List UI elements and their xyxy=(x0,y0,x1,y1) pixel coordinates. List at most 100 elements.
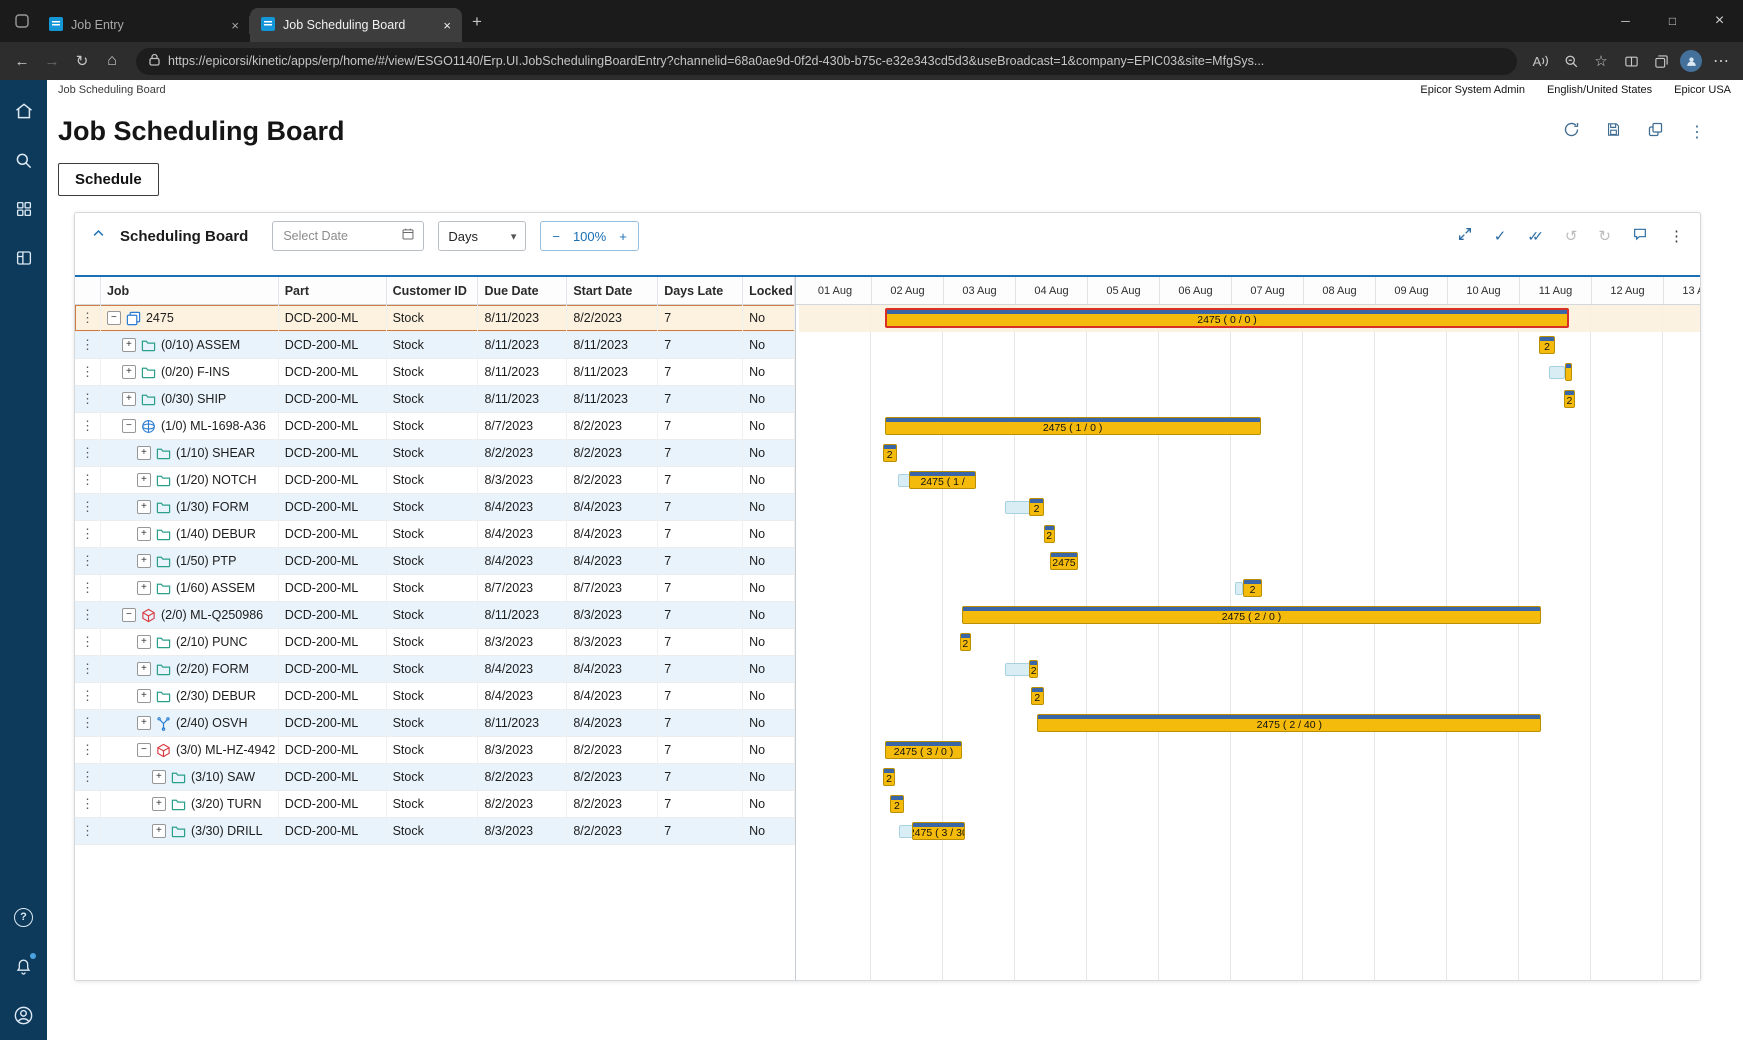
zoom-in-button[interactable]: + xyxy=(619,229,627,244)
row-expand-toggle[interactable]: + xyxy=(137,716,151,730)
close-window-icon[interactable]: × xyxy=(1696,0,1743,42)
schedule-button[interactable]: Schedule xyxy=(58,163,159,196)
gantt-task-bar[interactable]: 2475 ( 2 / 0 ) xyxy=(962,606,1542,624)
workspaces-icon[interactable] xyxy=(14,13,30,29)
gantt-task-bar[interactable]: 2475 ( 1 / xyxy=(909,471,976,489)
gantt-task-bar[interactable]: 2475 ( 2 / 40 ) xyxy=(1037,714,1541,732)
grid-row[interactable]: ⋮+(1/30) FORMDCD-200-MLStock8/4/20238/4/… xyxy=(75,494,795,521)
read-aloud-icon[interactable]: A xyxy=(1527,47,1555,75)
row-expand-toggle[interactable]: + xyxy=(122,392,136,406)
grid-row[interactable]: ⋮+(1/10) SHEARDCD-200-MLStock8/2/20238/2… xyxy=(75,440,795,467)
grid-row[interactable]: ⋮+(2/40) OSVHDCD-200-MLStock8/11/20238/4… xyxy=(75,710,795,737)
grid-row[interactable]: ⋮−(1/0) ML-1698-A36DCD-200-MLStock8/7/20… xyxy=(75,413,795,440)
row-menu-icon[interactable]: ⋮ xyxy=(75,683,101,709)
row-expand-toggle[interactable]: + xyxy=(137,554,151,568)
gantt-task-bar[interactable] xyxy=(1565,363,1572,381)
column-header[interactable]: Part xyxy=(279,277,387,304)
undo-icon[interactable]: ↺ xyxy=(1565,227,1578,245)
column-header[interactable]: Job xyxy=(101,277,279,304)
select-date-field[interactable] xyxy=(272,221,424,251)
row-menu-icon[interactable]: ⋮ xyxy=(75,548,101,574)
redo-icon[interactable]: ↻ xyxy=(1598,227,1611,245)
home-icon[interactable]: ⌂ xyxy=(98,47,126,75)
gantt-setup-bar[interactable] xyxy=(1549,366,1565,379)
interval-select[interactable]: Days ▾ xyxy=(438,221,526,251)
row-expand-toggle[interactable]: − xyxy=(107,311,121,325)
gantt-task-bar[interactable]: 2475 ( 1 / 0 ) xyxy=(885,417,1261,435)
gantt-task-bar[interactable]: 2475 ( 0 / 0 ) xyxy=(885,308,1570,328)
comment-icon[interactable] xyxy=(1632,226,1648,246)
page-menu-icon[interactable]: ⋮ xyxy=(1689,122,1705,142)
zoom-out-button[interactable]: − xyxy=(552,229,560,244)
refresh-page-icon[interactable] xyxy=(1563,121,1580,143)
gantt-task-bar[interactable]: 2 xyxy=(890,795,904,813)
accept-check-icon[interactable]: ✓ xyxy=(1494,227,1507,245)
grid-row[interactable]: ⋮+(3/20) TURNDCD-200-MLStock8/2/20238/2/… xyxy=(75,791,795,818)
grid-row[interactable]: ⋮+(1/20) NOTCHDCD-200-MLStock8/3/20238/2… xyxy=(75,467,795,494)
new-tab-button[interactable]: + xyxy=(472,13,482,30)
gantt-task-bar[interactable]: 2 xyxy=(883,444,897,462)
address-bar[interactable]: https://epicorsi/kinetic/apps/erp/home/#… xyxy=(136,48,1517,75)
row-expand-toggle[interactable]: + xyxy=(137,662,151,676)
row-expand-toggle[interactable]: + xyxy=(137,689,151,703)
gantt-task-bar[interactable]: 2 xyxy=(1031,687,1044,705)
grid-row[interactable]: ⋮+(1/40) DEBURDCD-200-MLStock8/4/20238/4… xyxy=(75,521,795,548)
browser-menu-icon[interactable]: ⋯ xyxy=(1707,47,1735,75)
row-expand-toggle[interactable]: − xyxy=(137,743,151,757)
row-menu-icon[interactable]: ⋮ xyxy=(75,494,101,520)
grid-row[interactable]: ⋮+(1/50) PTPDCD-200-MLStock8/4/20238/4/2… xyxy=(75,548,795,575)
gantt-task-bar[interactable]: 2 xyxy=(960,633,972,651)
notifications-bell-icon[interactable] xyxy=(13,955,35,977)
row-menu-icon[interactable]: ⋮ xyxy=(75,629,101,655)
gantt-task-bar[interactable]: 2 xyxy=(883,768,895,786)
row-expand-toggle[interactable]: − xyxy=(122,608,136,622)
row-expand-toggle[interactable]: + xyxy=(137,446,151,460)
row-menu-icon[interactable]: ⋮ xyxy=(75,710,101,736)
grid-row[interactable]: ⋮+(2/20) FORMDCD-200-MLStock8/4/20238/4/… xyxy=(75,656,795,683)
row-expand-toggle[interactable]: + xyxy=(137,527,151,541)
dashboard-layout-icon[interactable] xyxy=(13,247,35,269)
row-expand-toggle[interactable]: + xyxy=(137,500,151,514)
gantt-setup-bar[interactable] xyxy=(1005,663,1032,676)
row-menu-icon[interactable]: ⋮ xyxy=(75,791,101,817)
row-expand-toggle[interactable]: + xyxy=(152,797,166,811)
column-header[interactable]: Customer ID xyxy=(387,277,479,304)
row-menu-icon[interactable]: ⋮ xyxy=(75,602,101,628)
gantt-task-bar[interactable]: 2 xyxy=(1243,579,1262,597)
row-menu-icon[interactable]: ⋮ xyxy=(75,764,101,790)
panel-menu-icon[interactable]: ⋮ xyxy=(1669,227,1684,245)
gantt-setup-bar[interactable] xyxy=(1235,582,1244,595)
row-menu-icon[interactable]: ⋮ xyxy=(75,818,101,844)
apps-grid-icon[interactable] xyxy=(13,198,35,220)
grid-row[interactable]: ⋮−(2/0) ML-Q250986DCD-200-MLStock8/11/20… xyxy=(75,602,795,629)
grid-row[interactable]: ⋮−2475DCD-200-MLStock8/11/20238/2/20237N… xyxy=(75,305,795,332)
row-expand-toggle[interactable]: + xyxy=(122,365,136,379)
row-menu-icon[interactable]: ⋮ xyxy=(75,359,101,385)
save-icon[interactable] xyxy=(1605,121,1622,143)
calendar-icon[interactable] xyxy=(401,227,415,246)
search-icon[interactable] xyxy=(13,149,35,171)
home-nav-icon[interactable] xyxy=(13,100,35,122)
row-expand-toggle[interactable]: + xyxy=(152,824,166,838)
row-menu-icon[interactable]: ⋮ xyxy=(75,656,101,682)
grid-row[interactable]: ⋮+(2/30) DEBURDCD-200-MLStock8/4/20238/4… xyxy=(75,683,795,710)
row-menu-icon[interactable]: ⋮ xyxy=(75,386,101,412)
column-header[interactable]: Start Date xyxy=(567,277,658,304)
grid-row[interactable]: ⋮+(0/20) F-INSDCD-200-MLStock8/11/20238/… xyxy=(75,359,795,386)
user-profile-icon[interactable] xyxy=(13,1004,35,1026)
row-expand-toggle[interactable]: + xyxy=(122,338,136,352)
row-expand-toggle[interactable]: + xyxy=(137,581,151,595)
grid-row[interactable]: ⋮−(3/0) ML-HZ-4942DCD-200-MLStock8/3/202… xyxy=(75,737,795,764)
grid-row[interactable]: ⋮+(2/10) PUNCDCD-200-MLStock8/3/20238/3/… xyxy=(75,629,795,656)
tab-job-scheduling-board[interactable]: Job Scheduling Board × xyxy=(250,8,462,42)
row-expand-toggle[interactable]: + xyxy=(152,770,166,784)
row-expand-toggle[interactable]: + xyxy=(137,473,151,487)
gantt-task-bar[interactable]: 2475 ( 3 / 0 ) xyxy=(885,741,963,759)
tab-job-entry[interactable]: Job Entry × xyxy=(38,8,250,42)
gantt-setup-bar[interactable] xyxy=(1005,501,1032,514)
column-header[interactable]: Due Date xyxy=(478,277,567,304)
fullscreen-expand-icon[interactable] xyxy=(1457,226,1473,246)
help-icon[interactable]: ? xyxy=(13,906,35,928)
grid-row[interactable]: ⋮+(0/10) ASSEMDCD-200-MLStock8/11/20238/… xyxy=(75,332,795,359)
lock-icon[interactable] xyxy=(149,53,160,69)
